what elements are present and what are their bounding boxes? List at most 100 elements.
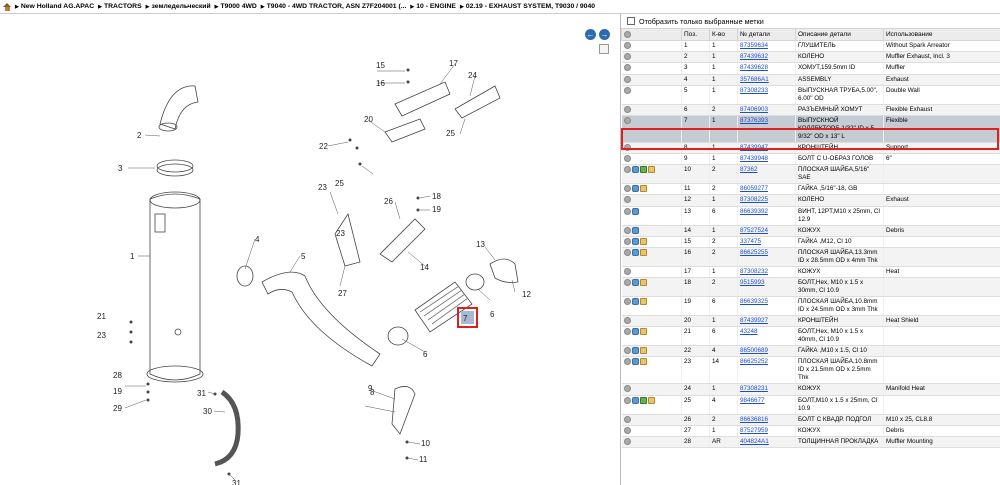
kit-box-icon[interactable] — [639, 298, 647, 306]
table-row[interactable]: 17 1 87308232 КОЖУХ Heat — [621, 266, 1000, 279]
select-circle-icon[interactable] — [623, 279, 631, 287]
replacement-icon[interactable] — [631, 347, 639, 355]
select-circle-icon[interactable] — [623, 64, 631, 72]
table-row[interactable]: 15 2 337475 ГАЙКА ,M12, Cl 10 — [621, 236, 1000, 248]
kit-box-icon[interactable] — [639, 358, 647, 366]
select-circle-icon[interactable] — [623, 426, 631, 434]
select-circle-icon[interactable] — [623, 248, 631, 256]
part-number-link[interactable]: 86059277 — [740, 185, 768, 192]
table-row[interactable]: 16 2 86625255 ПЛОСКАЯ ШАЙБА,13.3mm ID x 28.… — [621, 247, 1000, 267]
part-number-link[interactable]: 87439632 — [740, 53, 768, 60]
replacement-icon[interactable] — [631, 166, 639, 174]
alternate-arrow-icon[interactable] — [639, 166, 647, 174]
select-circle-icon[interactable] — [623, 185, 631, 193]
table-row[interactable]: 11 2 86059277 ГАЙКА ,5/16"-18, GB — [621, 183, 1000, 196]
select-circle-icon[interactable] — [623, 328, 631, 336]
part-number-link[interactable]: 86625252 — [740, 358, 768, 365]
table-row[interactable]: 5 1 87308233 ВЫПУСКНАЯ ТРУБА,5.00", 6.00" O… — [621, 85, 1000, 105]
part-number-link[interactable]: 86636816 — [740, 416, 768, 423]
replacement-icon[interactable] — [631, 298, 639, 306]
part-number-link[interactable]: 87308225 — [740, 196, 768, 203]
table-row[interactable]: 6 2 87406903 РАЗЪЕМНЫЙ ХОМУТ Flexible Exhaus… — [621, 104, 1000, 116]
select-circle-icon[interactable] — [623, 396, 631, 404]
table-row[interactable]: 14 1 87527524 КОЖУХ Debris — [621, 225, 1000, 237]
show-selected-checkbox[interactable] — [627, 17, 635, 25]
table-row[interactable]: 24 1 87308231 КОЖУХ Manifold Heat — [621, 383, 1000, 396]
breadcrumb-item[interactable]: TRACTORS — [98, 3, 142, 10]
part-number-link[interactable]: 9515993 — [740, 279, 765, 286]
part-number-link[interactable]: 87308232 — [740, 268, 768, 275]
table-row[interactable]: 2 1 87439632 КОЛЕНО Muffler Exhaust, Incl. 3 — [621, 51, 1000, 64]
part-number-link[interactable]: 87308231 — [740, 385, 768, 392]
select-circle-icon[interactable] — [623, 415, 631, 423]
part-number-link[interactable]: 86500689 — [740, 347, 768, 354]
replacement-icon[interactable] — [631, 185, 639, 193]
table-row[interactable]: 4 1 357686A1 ASSEMBLY Exhaust — [621, 74, 1000, 86]
table-row[interactable]: 1 1 87359634 ГЛУШИТЕЛЬ Without Spark Arreato… — [621, 40, 1000, 53]
part-number-link[interactable]: 86639392 — [740, 208, 768, 215]
kit-box-icon[interactable] — [639, 237, 647, 245]
select-circle-icon[interactable] — [623, 237, 631, 245]
select-circle-icon[interactable] — [623, 166, 631, 174]
part-number-link[interactable]: 87359634 — [740, 42, 768, 49]
table-row[interactable]: 3 1 87439628 ХОМУТ,159.5mm ID Muffler — [621, 62, 1000, 75]
part-number-link[interactable]: 404824A1 — [740, 438, 769, 445]
kit-box-icon[interactable] — [639, 347, 647, 355]
select-circle-icon[interactable] — [623, 267, 631, 275]
table-row[interactable]: 18 2 9515993 БОЛТ,Hex, M10 x 1.5 x 30mm, Cl… — [621, 277, 1000, 298]
select-circle-icon[interactable] — [623, 207, 631, 215]
replacement-icon[interactable] — [631, 237, 639, 245]
table-row[interactable]: 12 1 87308225 КОЛЕНО Exhaust — [621, 194, 1000, 207]
select-circle-icon[interactable] — [623, 347, 631, 355]
kit-box-icon[interactable] — [647, 396, 655, 404]
select-circle-icon[interactable] — [623, 226, 631, 234]
header-qty[interactable]: К-во — [709, 28, 738, 41]
breadcrumb-item[interactable]: T9040 - 4WD TRACTOR, ASN Z7F204001 (... — [261, 3, 407, 10]
header-pos[interactable]: Поз. — [681, 28, 710, 41]
breadcrumb-item[interactable]: земледельческий — [146, 3, 211, 10]
select-circle-icon[interactable] — [623, 385, 631, 393]
part-number-link[interactable]: 43248 — [740, 328, 758, 335]
select-circle-icon[interactable] — [623, 42, 631, 49]
select-circle-icon[interactable] — [623, 196, 631, 204]
part-number-link[interactable]: 87527524 — [740, 227, 768, 234]
select-circle-icon[interactable] — [623, 298, 631, 306]
replacement-icon[interactable] — [631, 226, 639, 234]
table-row[interactable]: 27 1 87527959 КОЖУХ Debris — [621, 425, 1000, 437]
select-circle-icon[interactable] — [623, 53, 631, 61]
part-number-link[interactable]: 337475 — [740, 238, 761, 245]
select-circle-icon[interactable] — [623, 75, 631, 83]
breadcrumb-item[interactable]: New Holland AG.APAC — [15, 3, 94, 10]
kit-box-icon[interactable] — [639, 279, 647, 287]
kit-box-icon[interactable] — [639, 185, 647, 193]
replacement-icon[interactable] — [631, 328, 639, 336]
table-row[interactable]: 25 4 9846677 БОЛТ,M10 x 1.5 x 25mm, Cl 10.9 — [621, 395, 1000, 415]
breadcrumb-item[interactable]: T9000 4WD — [215, 3, 257, 10]
part-number-link[interactable]: 87527959 — [740, 427, 768, 434]
table-row[interactable]: 28 AR 404824A1 ТОЛЩИННАЯ ПРОКЛАДКА Muffler M… — [621, 436, 1000, 449]
part-number-link[interactable]: 87362 — [740, 166, 758, 173]
kit-box-icon[interactable] — [639, 328, 647, 336]
replacement-icon[interactable] — [631, 358, 639, 366]
table-row[interactable]: 23 14 86625252 ПЛОСКАЯ ШАЙБА,10.8mm ID x 21… — [621, 356, 1000, 385]
table-row[interactable]: 19 6 86639325 ПЛОСКАЯ ШАЙБА,10.8mm ID x 24.… — [621, 296, 1000, 317]
breadcrumb-item[interactable]: 02.19 - EXHAUST SYSTEM, T9030 / 9040 — [460, 3, 595, 10]
header-usage[interactable]: Использование — [883, 28, 1000, 41]
table-row[interactable]: 20 1 87439927 КРОНШТЕЙН Heat Shield — [621, 315, 1000, 328]
table-row[interactable]: 10 2 87362 ПЛОСКАЯ ШАЙБА,5/16" SAE — [621, 164, 1000, 185]
table-row[interactable]: 13 6 86639392 ВИНТ, 12PT,M10 x 25mm, Cl 12.… — [621, 206, 1000, 226]
alternate-arrow-icon[interactable] — [639, 396, 647, 404]
table-row[interactable]: 9 1 87439948 БОЛТ С U-ОБРАЗ ГОЛОВ 6" — [621, 153, 1000, 166]
part-number-link[interactable]: 9846677 — [740, 397, 765, 404]
home-icon[interactable] — [3, 2, 12, 11]
select-circle-icon[interactable] — [623, 358, 631, 366]
select-circle-icon[interactable] — [623, 105, 631, 113]
part-number-link[interactable]: 87308233 — [740, 87, 768, 94]
part-number-link[interactable]: 87376393 — [740, 117, 768, 124]
header-description[interactable]: Описание детали — [795, 28, 884, 41]
kit-box-icon[interactable] — [639, 248, 647, 256]
select-circle-icon[interactable] — [623, 86, 631, 94]
replacement-icon[interactable] — [631, 396, 639, 404]
options-icon[interactable] — [624, 30, 631, 38]
part-number-link[interactable]: 87439927 — [740, 317, 768, 324]
